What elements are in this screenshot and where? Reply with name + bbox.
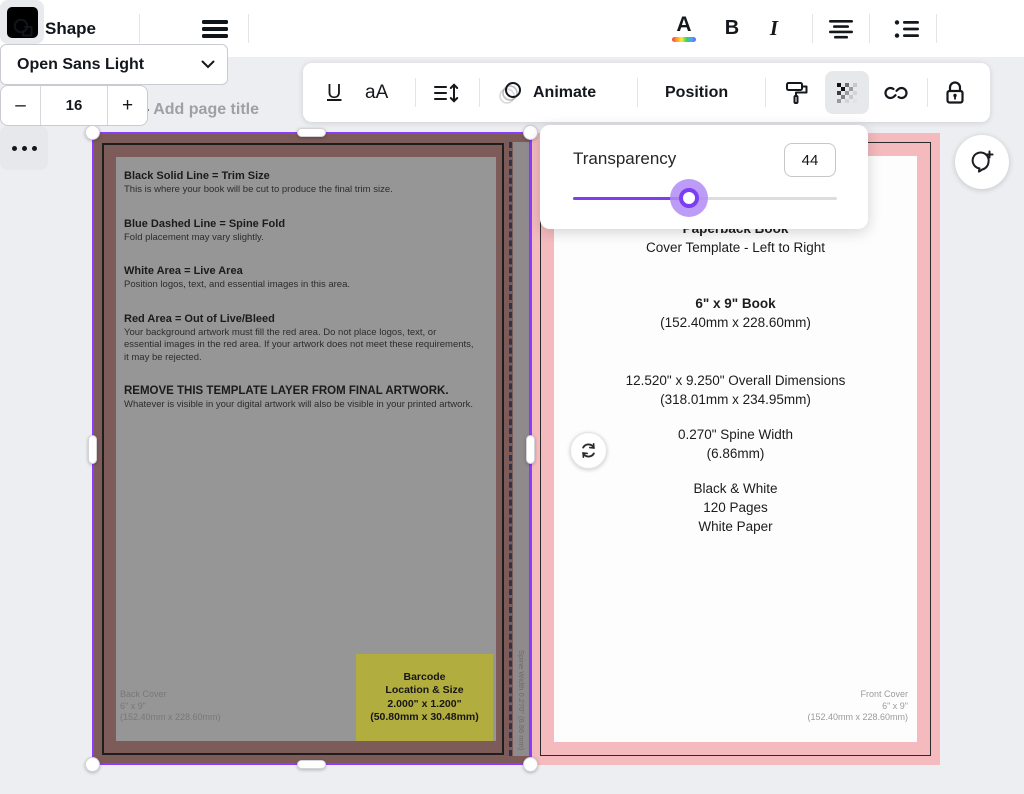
resize-handle-top-right[interactable] [523,125,538,140]
text-color-letter: A [676,15,691,35]
checkerboard-icon [837,83,857,103]
rainbow-bar-icon [672,37,696,42]
bold-button[interactable]: B [712,0,752,57]
book-size-block: 6" x 9" Book (152.40mm x 228.60mm) [554,294,917,332]
animate-icon [497,81,525,105]
spacing-icon [433,82,459,104]
overall-dimensions-block: 12.520" x 9.250" Overall Dimensions (318… [554,371,917,409]
text-options-toolbar: U aA Animate Position [303,63,990,122]
padlock-icon [943,80,967,106]
transparency-label: Transparency [573,149,676,169]
animate-button[interactable]: Animate [497,63,596,122]
divider [765,78,766,107]
bulleted-list-icon [894,19,920,39]
shape-button[interactable]: Shape [12,0,96,57]
text-color-button[interactable]: A [662,0,706,57]
align-center-icon [828,19,854,39]
transparency-button[interactable] [825,71,869,114]
resize-handle-top-left[interactable] [85,125,100,140]
border-style-button[interactable] [201,0,229,57]
divider [637,78,638,107]
rotate-handle[interactable] [570,432,607,469]
page-title-placeholder[interactable]: Add page title [153,101,259,118]
spine-width-block: 0.270" Spine Width (6.86mm) [554,425,917,463]
animate-label: Animate [533,84,596,102]
divider [812,14,813,43]
rotate-arrows-icon [579,441,598,460]
resize-handle-top[interactable] [297,128,326,137]
divider [248,14,249,43]
divider [415,78,416,107]
divider [869,14,870,43]
copy-style-button[interactable] [785,63,811,122]
slider-thumb[interactable] [679,188,699,208]
paint-roller-icon [785,80,811,106]
position-button[interactable]: Position [665,63,728,122]
chain-link-icon [881,82,911,104]
shape-icon [12,17,36,41]
resize-handle-right[interactable] [526,435,535,464]
front-cover-size-label: Front Cover 6" x 9" (152.40mm x 228.60mm… [807,689,908,724]
selection-box[interactable] [92,132,532,765]
canva-editor: Shape Open Sans Light – 16 + [0,0,1024,794]
comment-plus-icon [969,149,995,175]
font-size-decrease-button[interactable]: – [1,86,41,125]
more-options-button[interactable] [0,126,48,170]
divider [479,78,480,107]
uppercase-button[interactable]: aA [365,63,388,122]
resize-handle-bottom-left[interactable] [85,757,100,772]
font-family-value: Open Sans Light [17,56,201,74]
link-button[interactable] [881,63,911,122]
text-align-button[interactable] [820,0,862,57]
letter-spacing-button[interactable] [433,63,459,122]
transparency-slider[interactable] [573,185,837,211]
divider [139,14,140,43]
shape-label: Shape [45,19,96,39]
underline-button[interactable]: U [327,63,341,122]
list-button[interactable] [884,0,930,57]
transparency-popover: Transparency 44 [540,125,868,229]
lines-icon [201,18,229,40]
resize-handle-bottom[interactable] [297,760,326,769]
transparency-value-input[interactable]: 44 [784,143,836,177]
ellipsis-icon [12,146,17,151]
top-toolbar: Shape Open Sans Light – 16 + [0,0,1024,57]
lock-button[interactable] [943,63,967,122]
divider [927,78,928,107]
italic-button[interactable]: I [756,0,792,57]
font-size-stepper: – 16 + [0,85,148,126]
resize-handle-bottom-right[interactable] [523,757,538,772]
print-spec-block: Black & White 120 Pages White Paper [554,479,917,536]
divider [936,14,937,43]
font-size-value[interactable]: 16 [41,86,107,125]
resize-handle-left[interactable] [88,435,97,464]
font-size-increase-button[interactable]: + [107,86,147,125]
chevron-down-icon [201,60,215,69]
front-cover-live-area: Paperback Book Cover Template - Left to … [554,156,917,742]
add-comment-button[interactable] [955,135,1009,189]
